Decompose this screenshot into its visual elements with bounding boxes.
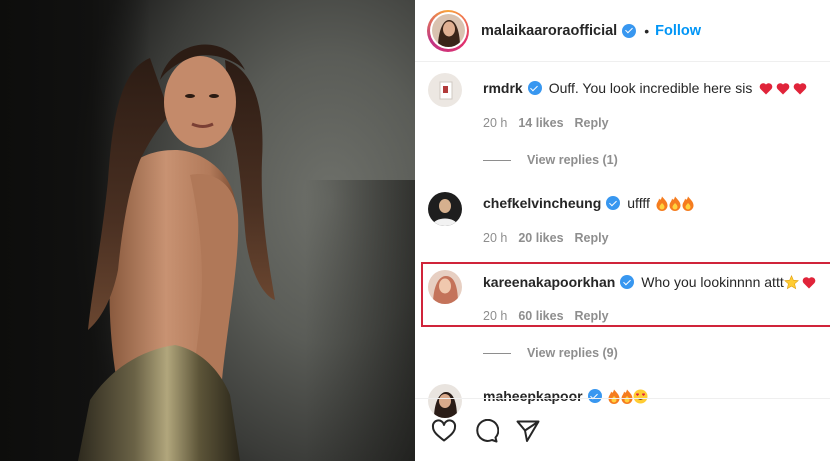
comment-timestamp: 20 h [483, 231, 508, 245]
verified-badge-icon [606, 196, 621, 210]
separator-dot: • [644, 22, 650, 39]
post-action-bar [415, 398, 830, 461]
view-replies-button[interactable]: View replies (1) [483, 153, 618, 167]
comment-username[interactable]: rmdrk [483, 80, 523, 96]
fire-icon [682, 196, 694, 211]
comment-likes-count[interactable]: 20 likes [518, 231, 563, 245]
red-heart-icon [760, 82, 773, 94]
avatar [431, 14, 465, 47]
reply-button[interactable]: Reply [575, 231, 609, 245]
avatar[interactable] [428, 73, 462, 107]
comments-panel: malaikaaroraofficial • Follow rmdrk Ouff… [415, 0, 830, 461]
highlight-box [421, 262, 830, 327]
view-replies-button[interactable]: View replies (9) [483, 346, 618, 360]
reply-button[interactable]: Reply [575, 116, 609, 130]
comment-likes-count[interactable]: 14 likes [518, 116, 563, 130]
comment-text: uffff [627, 195, 650, 211]
avatar[interactable] [428, 192, 462, 226]
divider-line [483, 352, 511, 354]
post-author-username[interactable]: malaikaaroraofficial [481, 23, 617, 39]
view-replies-label: View replies (9) [527, 346, 618, 360]
woman-portrait-illustration [78, 44, 275, 461]
follow-button[interactable]: Follow [655, 23, 701, 39]
comment-text: Ouff. You look incredible here sis [548, 80, 753, 96]
divider-line [483, 159, 511, 161]
fire-icon [669, 196, 681, 211]
verified-badge-icon [527, 81, 542, 95]
red-heart-icon [777, 82, 790, 94]
post-photo [0, 0, 415, 461]
red-heart-icon [794, 82, 807, 94]
story-ring-avatar[interactable] [427, 9, 469, 52]
heart-outline-icon[interactable] [431, 419, 457, 443]
verified-badge-icon [622, 23, 637, 38]
view-replies-label: View replies (1) [527, 153, 618, 167]
post-header: malaikaaroraofficial • Follow [415, 0, 830, 62]
fire-icon [656, 196, 668, 211]
paper-plane-icon[interactable] [515, 419, 541, 443]
speech-bubble-icon[interactable] [473, 419, 499, 443]
comment-timestamp: 20 h [483, 116, 508, 130]
comment-username[interactable]: chefkelvincheung [483, 195, 601, 211]
